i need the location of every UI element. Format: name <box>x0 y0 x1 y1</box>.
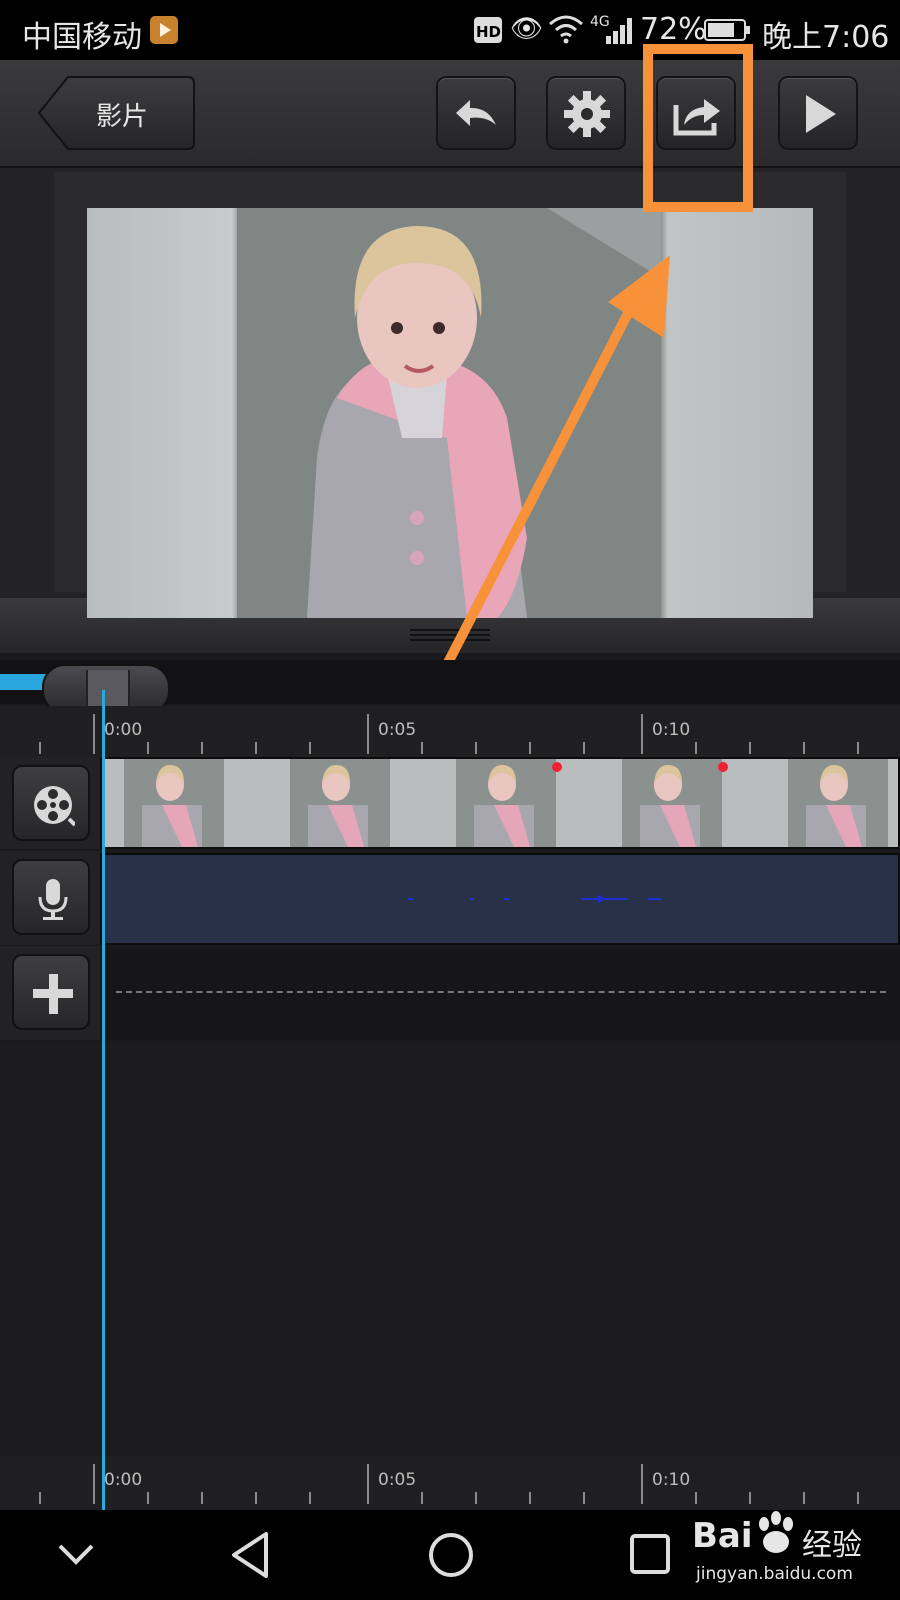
editor-toolbar: 影片 <box>0 60 900 168</box>
carrier-name: 中国移动 <box>22 20 142 55</box>
ruler-label-5: 0:05 <box>378 720 417 740</box>
track-placeholder-line <box>116 991 886 993</box>
watermark-product: 经验 <box>802 1528 862 1563</box>
undo-icon <box>456 100 496 126</box>
battery-percent: 72% <box>640 12 707 47</box>
back-to-movies-button[interactable]: 影片 <box>38 76 196 150</box>
video-track-header <box>0 757 100 849</box>
microphone-icon <box>38 879 68 920</box>
gear-icon <box>564 91 610 137</box>
empty-track-slot[interactable] <box>100 948 900 1040</box>
bottom-ruler: 0:00 0:05 0:10 <box>0 1456 900 1510</box>
undo-button[interactable] <box>436 76 516 150</box>
home-nav-icon[interactable] <box>426 1530 476 1580</box>
wifi-icon <box>548 14 584 50</box>
add-track-button[interactable] <box>12 954 90 1030</box>
bottom-ruler-label-5: 0:05 <box>378 1470 417 1490</box>
hd-icon: HD <box>474 17 502 43</box>
clock: 晚上7:06 <box>762 20 890 55</box>
video-thumbnails <box>102 759 898 847</box>
bottom-ruler-label-10: 0:10 <box>652 1470 691 1490</box>
film-reel-icon <box>34 786 75 827</box>
timeline-workspace <box>0 1042 900 1456</box>
ruler-label-10: 0:10 <box>652 720 691 740</box>
audio-track-header <box>0 851 100 945</box>
annotation-arrow <box>431 255 670 689</box>
audio-waveform <box>408 895 662 903</box>
play-icon <box>806 95 836 133</box>
back-button-label: 影片 <box>96 102 149 132</box>
timeline-ruler: 0:00 0:05 0:10 <box>0 706 900 760</box>
ruler-label-0: 0:00 <box>104 720 143 740</box>
chevron-down-icon[interactable] <box>56 1540 96 1570</box>
status-bar: 中国移动 HD 👁 4G 72% 晚上7:06 <box>0 0 900 60</box>
add-video-button[interactable] <box>12 765 90 841</box>
eye-icon: 👁 <box>510 14 544 44</box>
watermark-url: jingyan.baidu.com <box>696 1564 853 1584</box>
paw-icon <box>759 1511 793 1553</box>
battery-icon <box>704 19 750 41</box>
app-notification-icon <box>150 16 178 44</box>
timeline-scrubber[interactable] <box>0 660 900 714</box>
record-voice-button[interactable] <box>12 859 90 935</box>
back-nav-icon[interactable] <box>228 1530 272 1580</box>
playhead[interactable] <box>102 690 105 1510</box>
settings-button[interactable] <box>546 76 626 150</box>
audio-track[interactable] <box>100 853 900 945</box>
bottom-ruler-label-0: 0:00 <box>104 1470 143 1490</box>
export-highlight-box <box>643 44 753 212</box>
play-button[interactable] <box>778 76 858 150</box>
signal-icon <box>606 18 634 44</box>
plus-icon <box>33 974 73 1014</box>
watermark-brand: Bai <box>692 1516 753 1556</box>
add-track-header <box>0 946 100 1040</box>
recents-nav-icon[interactable] <box>628 1532 672 1576</box>
video-clip-track[interactable] <box>100 757 900 849</box>
baidu-jingyan-watermark: Bai 经验 jingyan.baidu.com <box>690 1508 890 1596</box>
